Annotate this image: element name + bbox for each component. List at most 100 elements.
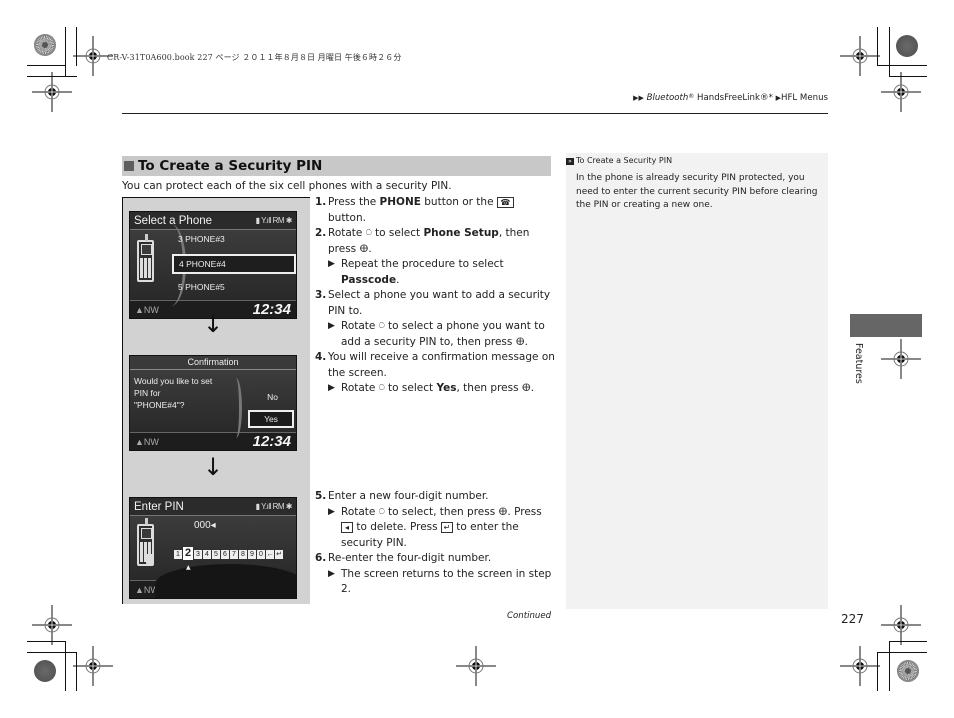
step-text: , then press xyxy=(456,382,522,394)
step-number: 4. xyxy=(315,351,327,363)
pin-key[interactable]: 5 xyxy=(212,550,220,559)
down-arrow-icon: ↓ xyxy=(203,453,224,481)
phone-key-icon: ☎ xyxy=(496,196,514,208)
pin-key[interactable]: 6 xyxy=(221,550,229,559)
step-5: 5. Enter a new four-digit number. ▶ Rota… xyxy=(315,489,555,551)
screen-title: Enter PIN xyxy=(134,500,184,513)
pin-key[interactable]: 9 xyxy=(248,550,256,559)
step-3: 3. Select a phone you want to add a secu… xyxy=(315,288,555,350)
step-text: Repeat the procedure to select xyxy=(341,258,504,270)
sub-step: ▶ Rotate ⍥ to select a phone you want to… xyxy=(328,319,555,350)
confirmation-screen: Confirmation Would you like to set PIN f… xyxy=(129,355,297,451)
breadcrumb-handsfreelink[interactable]: HandsFreeLink®* xyxy=(694,93,773,103)
pin-keypad: 1 2 3 4 5 6 7 8 9 0 ← ↵ xyxy=(174,547,283,560)
registration-mark-icon xyxy=(69,642,117,690)
note-body: In the phone is already security PIN pro… xyxy=(576,173,818,210)
print-file-info: CR-V-31T0A600.book 227 ページ ２０１１年８月８日 月曜日… xyxy=(107,53,402,62)
cursor-caret-icon: ▲ xyxy=(186,564,191,571)
page-number: 227 xyxy=(841,612,864,626)
step-text: You will receive a confirmation message … xyxy=(328,351,555,379)
breadcrumb-hfl-menus[interactable]: HFL Menus xyxy=(781,93,828,103)
step-text: to select, then press xyxy=(384,505,499,518)
yes-option-selected[interactable]: Yes xyxy=(248,410,294,428)
note-title-text[interactable]: To Create a Security PIN xyxy=(576,156,672,165)
step-text: to select xyxy=(371,227,424,239)
yes-label: Yes xyxy=(436,382,457,394)
color-registration-rosette xyxy=(897,660,919,682)
step-text: Re-enter the four-digit number. xyxy=(328,552,492,564)
reference-marker-icon: » xyxy=(566,158,574,165)
sub-step: ▶ The screen returns to the screen in st… xyxy=(328,567,555,598)
no-option[interactable]: No xyxy=(267,392,278,402)
triangle-bullet-icon: ▶ xyxy=(328,321,335,331)
dial-graphic xyxy=(155,564,296,598)
step-1: 1. Press the PHONE button or the ☎ butto… xyxy=(315,195,555,226)
registration-mark-icon xyxy=(452,642,500,690)
breadcrumb: ▶▶ Bluetooth® HandsFreeLink®* ▶HFL Menus xyxy=(633,93,828,103)
step-text: Enter a new four-digit number. xyxy=(328,490,489,502)
registration-mark-icon xyxy=(836,642,884,690)
status-icons: ▮ Y.ıll RM ✱ xyxy=(255,502,293,511)
header-divider xyxy=(122,113,828,114)
message-line: "PHONE#4"? xyxy=(134,400,185,410)
phone-list-item[interactable]: 5 PHONE#5 xyxy=(178,282,225,292)
screen-body: Would you like to set PIN for "PHONE#4"?… xyxy=(130,370,296,438)
step-text: Rotate xyxy=(341,505,379,518)
triangle-bullet-icon: ▶ xyxy=(328,259,335,269)
step-text: . xyxy=(530,382,535,394)
enter-key-icon: ↵ xyxy=(440,521,453,533)
step-text: Select a phone you want to add a securit… xyxy=(328,289,551,317)
step-text: to select xyxy=(384,382,437,394)
chapter-label[interactable]: Features xyxy=(850,343,864,384)
pin-key[interactable]: 4 xyxy=(203,550,211,559)
message-line: Would you like to set xyxy=(134,376,213,386)
step-number: 2. xyxy=(315,227,327,239)
pin-key[interactable]: 3 xyxy=(194,550,202,559)
crop-line xyxy=(877,652,927,653)
breadcrumb-bluetooth[interactable]: Bluetooth xyxy=(647,93,689,103)
registration-mark-icon xyxy=(28,68,76,116)
pin-key[interactable]: 1 xyxy=(174,550,182,559)
phone-list-item[interactable]: 3 PHONE#3 xyxy=(178,234,225,244)
step-2: 2. Rotate ⍥ to select Phone Setup, then … xyxy=(315,226,555,288)
steps-block-2: 4. You will receive a confirmation messa… xyxy=(315,350,555,397)
triangle-bullet-icon: ▶ xyxy=(328,383,335,393)
triangle-bullet-icon: ▶ xyxy=(328,506,335,517)
press-knob-icon: ⴲ xyxy=(515,336,525,348)
pin-key[interactable]: 7 xyxy=(230,550,238,559)
step-number: 1. xyxy=(315,196,327,208)
side-note: » To Create a Security PIN In the phone i… xyxy=(566,153,828,609)
steps-block-1: 1. Press the PHONE button or the ☎ butto… xyxy=(315,195,555,350)
pin-key[interactable]: 0 xyxy=(257,550,265,559)
pin-entry-value[interactable]: 000◂ xyxy=(194,520,216,531)
step-text: button. xyxy=(328,211,366,224)
enter-key[interactable]: ↵ xyxy=(275,550,283,559)
compass-heading: ▲NW xyxy=(135,304,159,315)
pin-key-selected[interactable]: 2 xyxy=(183,547,193,560)
clock: 12:34 xyxy=(252,301,291,318)
crop-line xyxy=(27,65,66,66)
section-heading: To Create a Security PIN xyxy=(122,156,551,176)
step-text: . xyxy=(368,242,372,255)
screen-title-bar: Select a Phone ▮ Y.ıll RM ✱ xyxy=(130,212,296,230)
phone-list-item-selected[interactable]: 4 PHONE#4 xyxy=(172,254,296,274)
delete-key[interactable]: ← xyxy=(266,550,274,559)
crop-line xyxy=(877,65,927,66)
selector-arc xyxy=(230,378,242,438)
sub-step: ▶ Rotate ⍥ to select, then press ⴲ. Pres… xyxy=(328,505,555,552)
screen-body: 3 PHONE#3 4 PHONE#4 5 PHONE#5 xyxy=(130,224,296,306)
press-knob-icon: ⴲ xyxy=(521,383,531,394)
phone-setup-label: Phone Setup xyxy=(423,227,499,239)
square-bullet-icon xyxy=(124,161,134,171)
message-line: PIN for xyxy=(134,388,161,398)
step-text: Press the xyxy=(328,196,380,208)
compass-heading: ▲NW xyxy=(135,436,159,447)
step-number: 6. xyxy=(315,552,327,564)
continued-label: Continued xyxy=(507,611,552,621)
chapter-tab[interactable] xyxy=(850,314,922,337)
step-text: Rotate xyxy=(328,227,366,239)
double-triangle-right-icon: ▶▶ xyxy=(633,94,644,102)
passcode-label: Passcode xyxy=(341,273,397,286)
registration-mark-icon xyxy=(877,68,925,116)
pin-key[interactable]: 8 xyxy=(239,550,247,559)
